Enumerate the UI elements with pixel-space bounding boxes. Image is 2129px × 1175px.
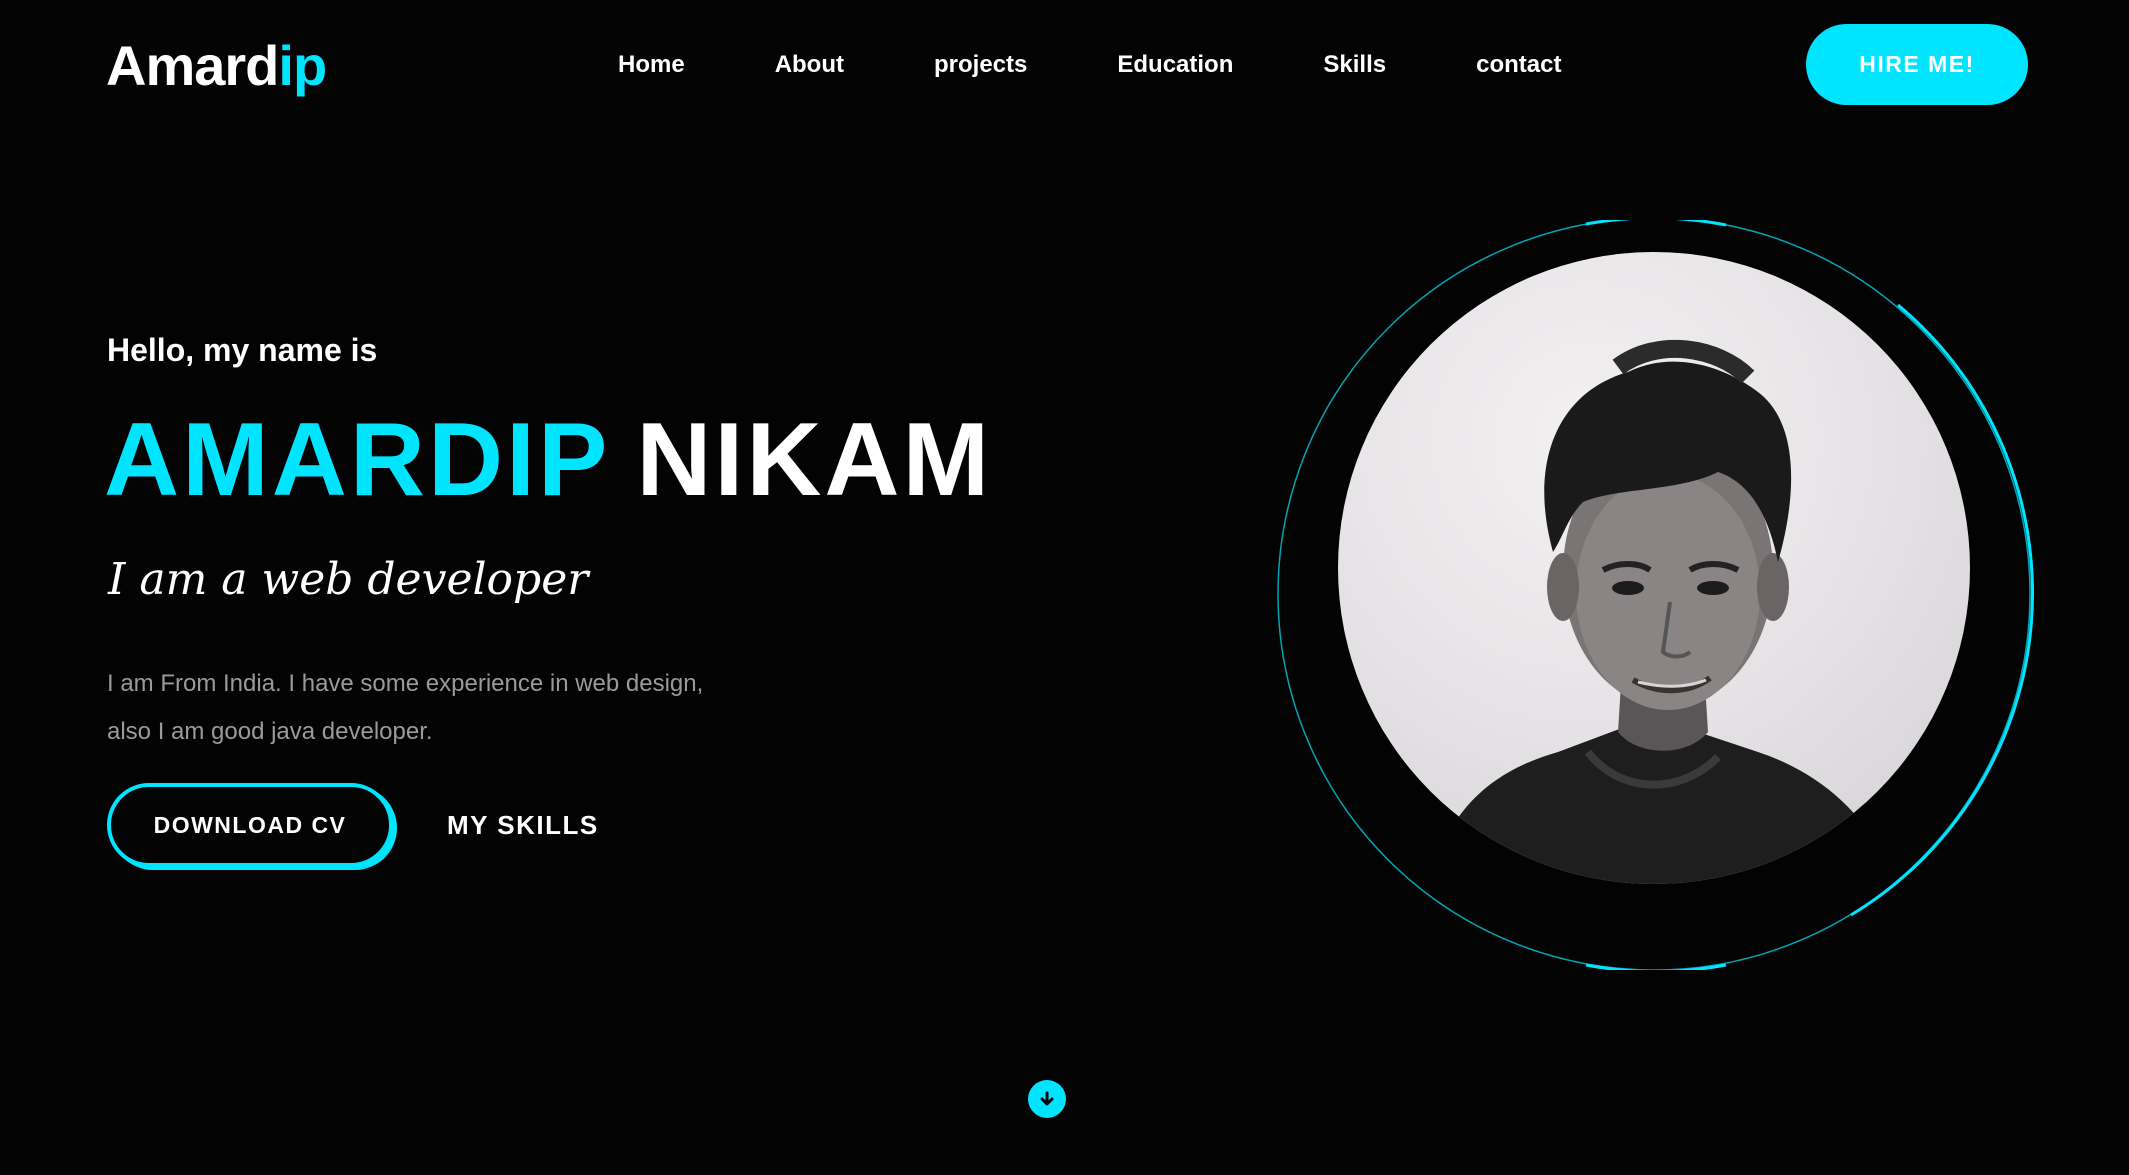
profile-photo-frame xyxy=(1276,220,2036,970)
site-logo[interactable]: Amardip xyxy=(106,34,327,98)
logo-text-main: Amard xyxy=(106,34,279,97)
hero-tagline: I am a web developer xyxy=(108,554,589,605)
nav-education[interactable]: Education xyxy=(1117,48,1233,82)
nav-contact[interactable]: contact xyxy=(1476,48,1561,82)
hero-name: AMARDIP NIKAM xyxy=(104,402,992,518)
logo-text-accent: ip xyxy=(278,34,327,97)
hero-last-name: NIKAM xyxy=(636,402,993,518)
hero-greeting: Hello, my name is xyxy=(107,332,378,368)
my-skills-button[interactable]: MY SKILLS xyxy=(447,805,599,845)
scroll-down-button[interactable] xyxy=(1028,1080,1066,1118)
portfolio-page: Amardip Home About projects Education Sk… xyxy=(0,0,2129,1175)
arrow-down-icon xyxy=(1040,1091,1054,1106)
nav-home[interactable]: Home xyxy=(618,48,685,82)
download-cv-button[interactable]: DOWNLOAD CV xyxy=(107,783,393,867)
nav-about[interactable]: About xyxy=(775,48,844,82)
hero-bio-line: also I am good java developer. xyxy=(107,718,433,745)
hire-me-button[interactable]: HIRE ME! xyxy=(1806,24,2028,105)
hero-bio: I am From India. I have some experience … xyxy=(107,660,827,756)
person-portrait-icon xyxy=(1428,339,1898,884)
nav-projects[interactable]: projects xyxy=(934,48,1027,82)
hero-first-name: AMARDIP xyxy=(104,402,611,518)
main-nav: Home About projects Education Skills con… xyxy=(618,48,1561,82)
hero-bio-line: I am From India. I have some experience … xyxy=(107,670,704,697)
nav-skills[interactable]: Skills xyxy=(1323,48,1386,82)
profile-photo xyxy=(1338,252,1970,884)
